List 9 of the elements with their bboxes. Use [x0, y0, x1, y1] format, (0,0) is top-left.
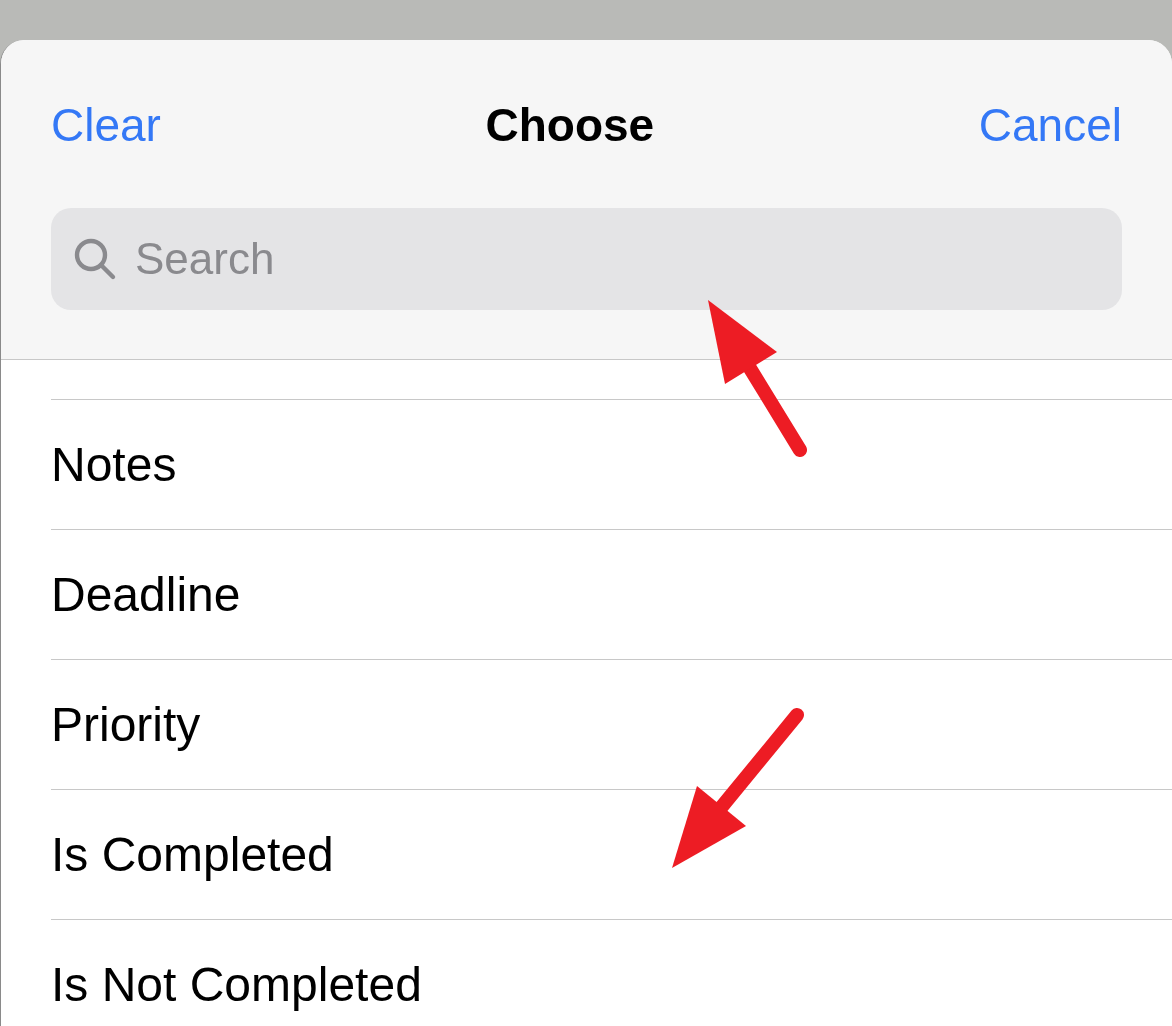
list-item[interactable]: Priority: [51, 700, 201, 749]
list-item[interactable]: Is Completed: [51, 830, 334, 879]
list-item[interactable]: Is Not Completed: [51, 960, 422, 1009]
cancel-button[interactable]: Cancel: [978, 102, 1122, 148]
sheet-title: Choose: [485, 102, 655, 148]
list-item[interactable]: Notes: [51, 440, 177, 489]
list-item[interactable]: Deadline: [51, 570, 241, 619]
search-field[interactable]: Search: [51, 208, 1122, 310]
clear-button[interactable]: Clear: [51, 102, 161, 148]
